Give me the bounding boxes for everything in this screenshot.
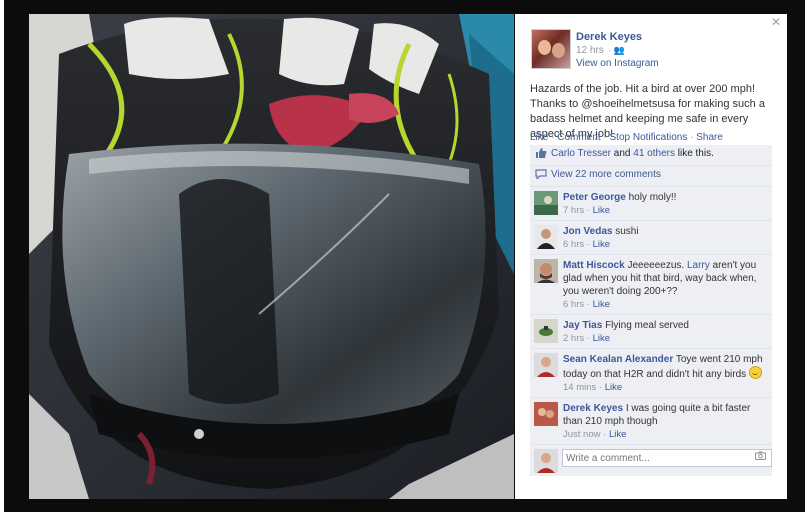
comment-input[interactable]	[562, 449, 772, 467]
comment-like-link[interactable]: Like	[605, 382, 622, 393]
share-link[interactable]: Share	[696, 132, 723, 143]
commenter-avatar[interactable]	[534, 353, 558, 377]
comment-item: Matt Hiscock Jeeeeeezus. Larry aren't yo…	[530, 255, 772, 315]
comment-time[interactable]: 7 hrs	[563, 205, 584, 216]
comment-bubble-icon	[535, 169, 547, 180]
camera-icon[interactable]	[755, 451, 766, 460]
comment-like-link[interactable]: Like	[609, 429, 626, 440]
comment-item: Sean Kealan Alexander Toye went 210 mph …	[530, 349, 772, 398]
current-user-avatar	[534, 449, 558, 473]
commenter-name-link[interactable]: Sean Kealan Alexander	[563, 354, 673, 365]
helmet-photo-image	[29, 14, 514, 499]
commenter-avatar[interactable]	[534, 319, 558, 343]
thumbs-up-icon	[536, 148, 547, 159]
author-avatar[interactable]	[531, 29, 571, 69]
post-timestamp[interactable]: 12 hrs · 👥	[576, 45, 625, 56]
smiley-emoji-icon	[748, 366, 762, 379]
commenter-avatar[interactable]	[534, 402, 558, 426]
view-more-comments-row[interactable]: View 22 more comments	[530, 166, 772, 187]
commenter-name-link[interactable]: Jon Vedas	[563, 226, 612, 237]
comment-item: Jay Tias Flying meal served 2 hrs · Like	[530, 315, 772, 349]
view-more-comments-link[interactable]: View 22 more comments	[551, 169, 661, 180]
comment-like-link[interactable]: Like	[593, 239, 610, 250]
author-name-link[interactable]: Derek Keyes	[576, 31, 642, 43]
write-comment-row	[530, 445, 772, 476]
comment-text: holy moly!!	[625, 192, 677, 203]
post-actions: Like · Comment · Stop Notifications · Sh…	[530, 132, 723, 143]
post-details-panel: ✕ Derek Keyes 12 hrs · 👥 View on Instagr…	[515, 14, 787, 499]
comment-time[interactable]: 14 mins	[563, 382, 596, 393]
commenter-avatar[interactable]	[534, 225, 558, 249]
photo-viewer-backdrop: ✕ Derek Keyes 12 hrs · 👥 View on Instagr…	[4, 0, 805, 512]
comment-time[interactable]: 6 hrs	[563, 239, 584, 250]
commenter-avatar[interactable]	[534, 259, 558, 283]
comment-link[interactable]: Comment	[557, 132, 600, 143]
likes-summary: Carlo Tresser and 41 others like this.	[530, 145, 772, 166]
friends-icon: · 👥	[605, 45, 626, 55]
feedback-box: Carlo Tresser and 41 others like this. V…	[530, 145, 772, 476]
comment-like-link[interactable]: Like	[593, 205, 610, 216]
stop-notifications-link[interactable]: Stop Notifications	[610, 132, 688, 143]
commenter-name-link[interactable]: Peter George	[563, 192, 626, 203]
comment-item: Jon Vedas sushi 6 hrs · Like	[530, 221, 772, 255]
comment-item: Derek Keyes I was going quite a bit fast…	[530, 398, 772, 445]
mention-link[interactable]: Larry	[687, 260, 710, 271]
comment-text: Flying meal served	[602, 320, 689, 331]
post-photo[interactable]	[29, 14, 514, 499]
close-icon[interactable]: ✕	[771, 16, 781, 28]
comment-time[interactable]: 6 hrs	[563, 299, 584, 310]
commenter-name-link[interactable]: Jay Tias	[563, 320, 602, 331]
commenter-name-link[interactable]: Matt Hiscock	[563, 260, 625, 271]
others-likes-link[interactable]: 41 others	[633, 148, 675, 159]
comment-item: Peter George holy moly!! 7 hrs · Like	[530, 187, 772, 221]
view-on-instagram-link[interactable]: View on Instagram	[576, 58, 659, 69]
liker-name-link[interactable]: Carlo Tresser	[551, 148, 611, 159]
like-link[interactable]: Like	[530, 132, 548, 143]
commenter-avatar[interactable]	[534, 191, 558, 215]
commenter-name-link[interactable]: Derek Keyes	[563, 403, 623, 414]
comment-time[interactable]: 2 hrs	[563, 333, 584, 344]
comment-text: Jeeeeeezus.	[624, 260, 687, 271]
comment-like-link[interactable]: Like	[593, 299, 610, 310]
comment-like-link[interactable]: Like	[593, 333, 610, 344]
comment-text: sushi	[612, 226, 639, 237]
comment-time[interactable]: Just now	[563, 429, 601, 440]
